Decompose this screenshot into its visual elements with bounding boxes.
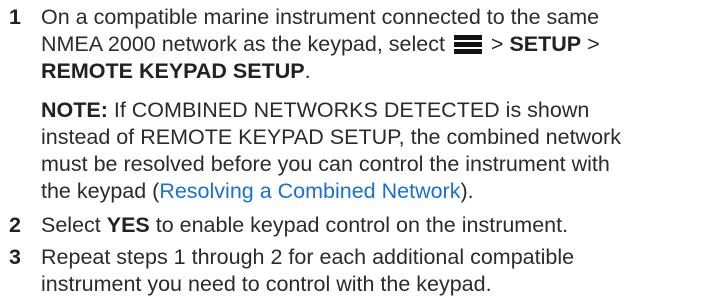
step-1-line-1: On a compatible marine instrument connec… xyxy=(41,5,600,29)
step-2-pre: Select xyxy=(41,213,107,237)
step-number: 3 xyxy=(9,245,21,269)
note-text: If COMBINED NETWORKS DETECTED is shown xyxy=(107,98,590,122)
step-3-line-2: instrument you need to control with the … xyxy=(41,272,492,296)
note-label: NOTE: xyxy=(41,98,108,122)
note-text: the keypad ( xyxy=(41,179,160,203)
note: NOTE: If COMBINED NETWORKS DETECTED is s… xyxy=(41,97,703,205)
step-3-line-1: Repeat steps 1 through 2 for each additi… xyxy=(41,245,575,269)
setup-menu-label: SETUP xyxy=(509,32,582,56)
yes-option-label: YES xyxy=(106,213,150,237)
note-text: ). xyxy=(460,179,474,203)
menu-icon xyxy=(453,35,482,54)
step-number: 2 xyxy=(9,213,21,237)
step-3-text: Repeat steps 1 through 2 for each additi… xyxy=(41,244,703,298)
step-1-line-2-text: NMEA 2000 network as the keypad, select xyxy=(41,32,445,56)
step-number: 1 xyxy=(9,5,21,29)
instruction-list: 1 On a compatible marine instrument conn… xyxy=(0,0,713,299)
separator: > xyxy=(581,32,600,56)
step-2-line: Select YES to enable keypad control on t… xyxy=(41,212,703,239)
step-2-text: Select YES to enable keypad control on t… xyxy=(41,212,703,239)
period: . xyxy=(304,59,311,83)
separator: > xyxy=(484,32,510,56)
step-1-text: On a compatible marine instrument connec… xyxy=(41,4,703,85)
step-1-line-2: NMEA 2000 network as the keypad, select … xyxy=(41,31,703,58)
step-2-post: to enable keypad control on the instrume… xyxy=(149,213,569,237)
note-line-2: instead of REMOTE KEYPAD SETUP, the comb… xyxy=(41,125,621,149)
resolving-combined-network-link[interactable]: Resolving a Combined Network xyxy=(159,179,460,203)
note-line-4: the keypad (Resolving a Combined Network… xyxy=(41,178,703,205)
note-line-3: must be resolved before you can control … xyxy=(41,152,610,176)
step-1-line-3: REMOTE KEYPAD SETUP. xyxy=(41,58,703,85)
remote-keypad-setup-label: REMOTE KEYPAD SETUP xyxy=(41,59,305,83)
note-line-1: NOTE: If COMBINED NETWORKS DETECTED is s… xyxy=(41,97,703,124)
